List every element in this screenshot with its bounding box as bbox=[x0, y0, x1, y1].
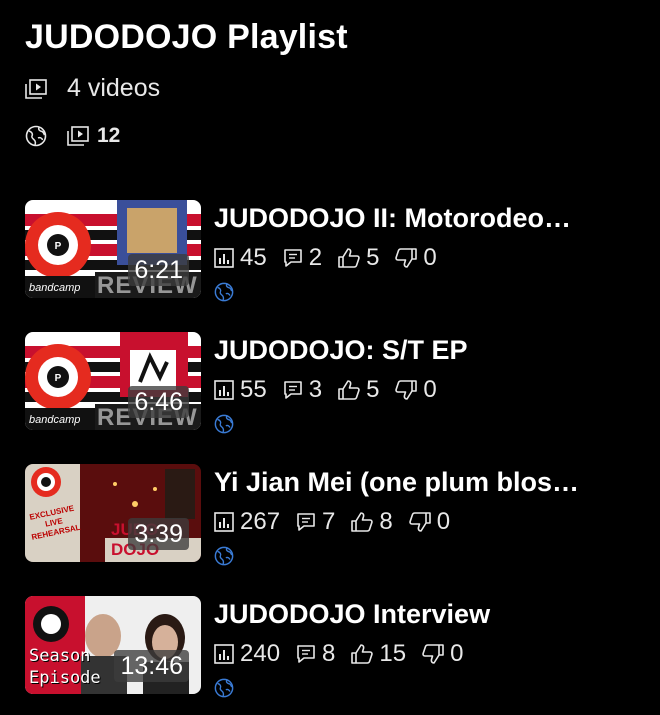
playlist-item[interactable]: P bandcamp REVIEW 6:21 JUDODOJO II: Moto… bbox=[25, 200, 645, 304]
video-thumbnail[interactable]: EXCLUSIVE LIVE REHEARSAL JUDO DOJO 3:39 bbox=[25, 464, 201, 562]
globe-icon[interactable] bbox=[214, 282, 234, 302]
video-title[interactable]: Yi Jian Mei (one plum blos… bbox=[214, 467, 639, 498]
dislike-count: 0 bbox=[423, 376, 437, 403]
dislike-count: 0 bbox=[450, 640, 464, 667]
video-title[interactable]: JUDODOJO: S/T EP bbox=[214, 335, 639, 366]
like-count: 5 bbox=[366, 244, 380, 271]
video-stats: 45 2 5 0 bbox=[214, 244, 453, 272]
globe-icon[interactable] bbox=[214, 546, 234, 566]
thumbnail-caption: bandcamp bbox=[29, 282, 81, 294]
bar-chart-icon bbox=[214, 644, 234, 664]
playlist-item[interactable]: P bandcamp REVIEW 6:46 JUDODOJO: S/T EP … bbox=[25, 332, 645, 436]
bar-chart-icon bbox=[214, 380, 234, 400]
svg-text:P: P bbox=[55, 373, 62, 384]
comment-icon bbox=[296, 512, 316, 532]
comment-icon bbox=[296, 644, 316, 664]
thumbs-down-icon[interactable] bbox=[395, 380, 418, 400]
page-title: JUDODOJO Playlist bbox=[25, 18, 348, 56]
video-duration: 6:21 bbox=[128, 254, 189, 286]
view-count: 45 bbox=[240, 244, 267, 271]
video-stats: 55 3 5 0 bbox=[214, 376, 453, 404]
dislike-count: 0 bbox=[436, 508, 451, 535]
video-title[interactable]: JUDODOJO Interview bbox=[214, 599, 639, 630]
video-count-row: 4 videos bbox=[25, 74, 160, 103]
thumbs-up-icon[interactable] bbox=[351, 512, 374, 532]
like-count: 8 bbox=[379, 508, 393, 535]
thumbs-down-icon[interactable] bbox=[422, 644, 444, 664]
playlist-item[interactable]: Season Episode 13:46 JUDODOJO Interview … bbox=[25, 596, 645, 700]
thumbs-down-icon[interactable] bbox=[395, 248, 418, 268]
bar-chart-icon bbox=[214, 248, 234, 268]
video-stats: 240 8 15 0 bbox=[214, 640, 479, 668]
thumbs-up-icon[interactable] bbox=[338, 248, 360, 268]
video-duration: 6:46 bbox=[128, 386, 189, 418]
thumbs-up-icon[interactable] bbox=[338, 380, 360, 400]
playlist-icon bbox=[25, 78, 47, 99]
thumbs-down-icon[interactable] bbox=[409, 512, 431, 532]
view-count: 240 bbox=[240, 640, 281, 667]
video-thumbnail[interactable]: P bandcamp REVIEW 6:21 bbox=[25, 200, 201, 298]
bar-chart-icon bbox=[214, 512, 234, 532]
comment-count: 8 bbox=[322, 640, 336, 667]
globe-icon[interactable] bbox=[214, 414, 234, 434]
playlist-page: JUDODOJO Playlist 4 videos 12 P bandcamp… bbox=[0, 0, 660, 715]
comment-count: 7 bbox=[322, 508, 336, 535]
video-count-label: 4 videos bbox=[67, 74, 161, 102]
globe-icon[interactable] bbox=[214, 678, 234, 698]
playlist-item[interactable]: EXCLUSIVE LIVE REHEARSAL JUDO DOJO 3:39 … bbox=[25, 464, 645, 568]
playlist-count: 12 bbox=[97, 124, 121, 147]
thumbnail-caption-secondary: Episode bbox=[29, 668, 101, 688]
view-count: 267 bbox=[240, 508, 281, 535]
view-count: 55 bbox=[240, 376, 267, 403]
video-stats: 267 7 8 0 bbox=[214, 508, 466, 536]
thumbnail-caption: Season bbox=[29, 646, 91, 666]
video-title[interactable]: JUDODOJO II: Motorodeo… bbox=[214, 203, 639, 234]
playlist-stats-row: 12 bbox=[25, 124, 120, 148]
like-count: 15 bbox=[379, 640, 407, 667]
thumbnail-caption: bandcamp bbox=[29, 414, 81, 426]
comment-count: 3 bbox=[308, 376, 323, 403]
playlist-icon bbox=[67, 126, 89, 146]
globe-icon[interactable] bbox=[25, 125, 47, 147]
video-duration: 3:39 bbox=[128, 518, 189, 550]
like-count: 5 bbox=[366, 376, 380, 403]
svg-text:P: P bbox=[55, 241, 62, 252]
video-duration: 13:46 bbox=[114, 650, 189, 682]
video-thumbnail[interactable]: P bandcamp REVIEW 6:46 bbox=[25, 332, 201, 430]
thumbs-up-icon[interactable] bbox=[351, 644, 374, 664]
video-thumbnail[interactable]: Season Episode 13:46 bbox=[25, 596, 201, 694]
comment-icon bbox=[283, 380, 303, 400]
comment-count: 2 bbox=[308, 244, 323, 271]
comment-icon bbox=[283, 248, 303, 268]
dislike-count: 0 bbox=[423, 244, 437, 271]
